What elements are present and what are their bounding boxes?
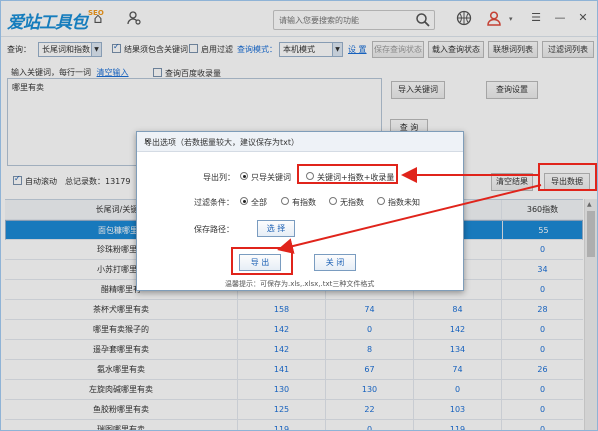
dialog-title-bar: 导出选项（若数据量较大，建议保存为txt） ✕ — [137, 132, 463, 152]
app-window: 爱站工具包 SEO ⌂ ▾ ☰ — ✕ 查询： 长尾词和指数 ▼ — [0, 0, 598, 431]
close-icon[interactable]: ✕ — [144, 137, 457, 146]
filter-no-index-radio[interactable] — [329, 197, 337, 205]
only-keywords-radio[interactable] — [240, 172, 248, 180]
only-keywords-label: 只导关键词 — [251, 173, 291, 182]
choose-path-button[interactable]: 选 择 — [257, 220, 295, 237]
filter-condition-label: 过滤条件： — [194, 198, 234, 207]
highlight-keyword-index-option — [297, 164, 398, 184]
highlight-export-button — [231, 247, 293, 275]
save-path-label: 保存路径： — [194, 225, 234, 234]
filter-unknown-index-label: 指数未知 — [388, 198, 420, 207]
export-tip: 温馨提示：可保存为.xls,.xlsx,.txt三种文件格式 — [225, 280, 375, 288]
filter-unknown-index-radio[interactable] — [377, 197, 385, 205]
export-columns-label: 导出列： — [203, 173, 235, 182]
filter-has-index-radio[interactable] — [281, 197, 289, 205]
filter-all-label: 全部 — [251, 198, 267, 207]
filter-has-index-label: 有指数 — [292, 198, 316, 207]
filter-no-index-label: 无指数 — [340, 198, 364, 207]
filter-all-radio[interactable] — [240, 197, 248, 205]
export-options-dialog: 导出选项（若数据量较大，建议保存为txt） ✕ 导出列： 只导关键词 关键词+指… — [136, 131, 464, 291]
close-dialog-button[interactable]: 关 闭 — [314, 254, 356, 271]
highlight-export-data-button — [538, 163, 597, 191]
